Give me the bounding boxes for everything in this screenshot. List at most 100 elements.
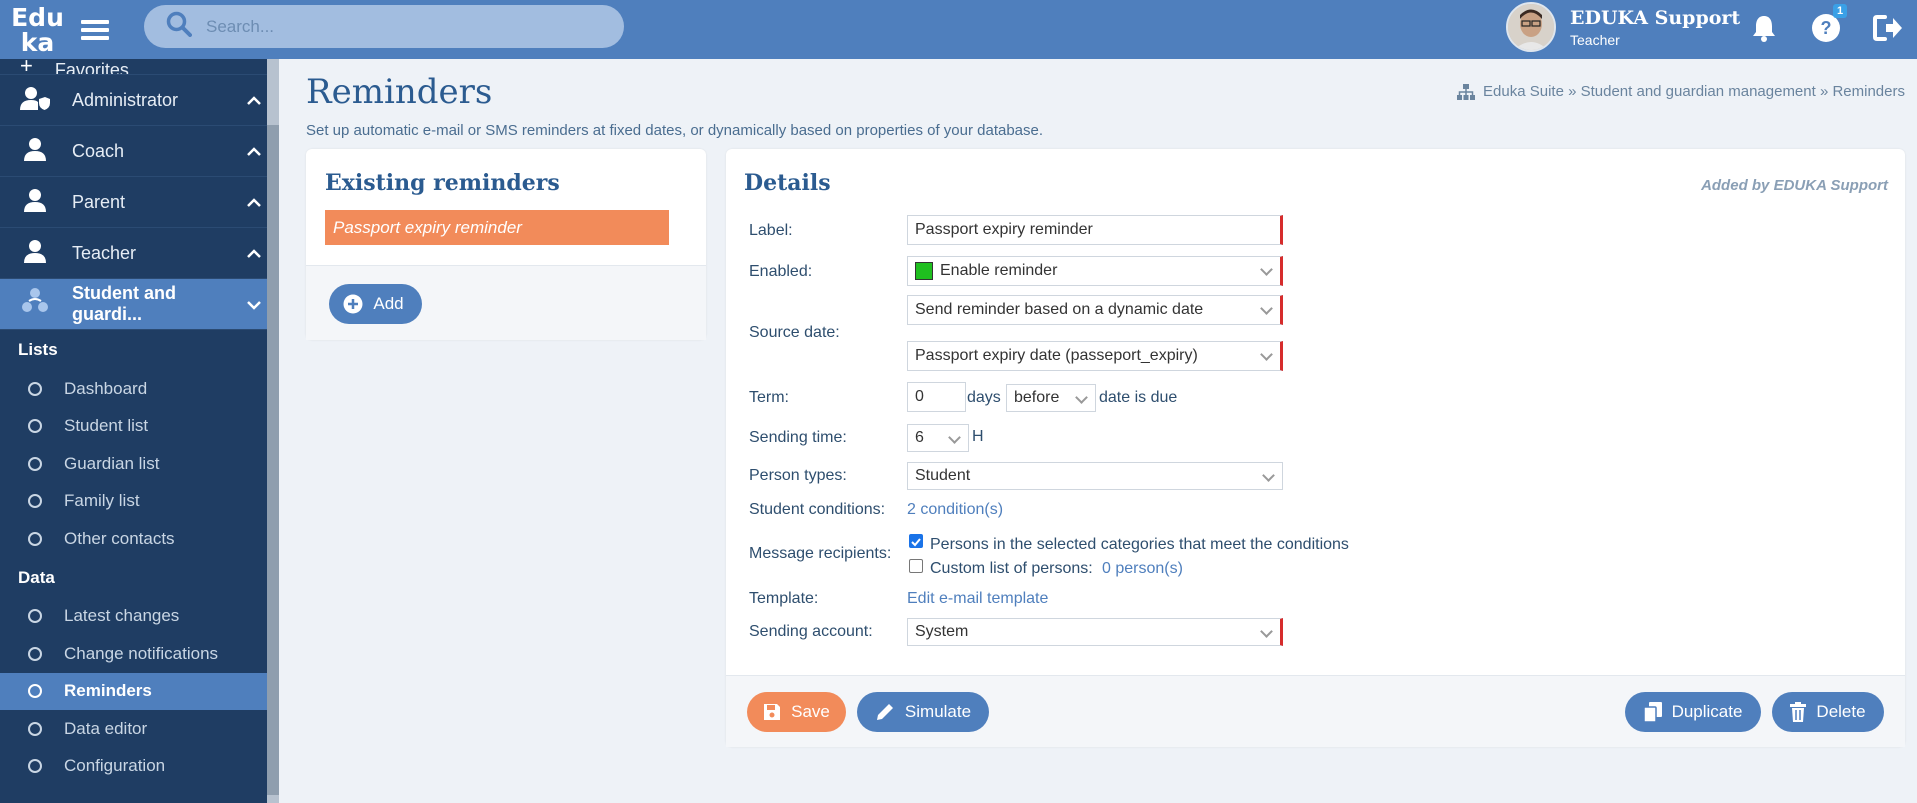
- details-title: Details: [744, 170, 831, 196]
- bell-icon[interactable]: [1746, 10, 1782, 46]
- details-card: Details Added by EDUKA Support Label: Pa…: [726, 149, 1905, 747]
- checkmark-icon: [911, 538, 921, 547]
- sidebar-item-label: Configuration: [64, 756, 166, 776]
- hamburger-menu-icon[interactable]: [75, 10, 115, 50]
- sidebar-item-label: Data editor: [64, 718, 148, 738]
- trash-icon: [1790, 702, 1807, 722]
- sidebar-item-student-list[interactable]: Student list: [0, 408, 279, 446]
- user-icon: [20, 188, 50, 217]
- source-field-select[interactable]: Passport expiry date (passeport_expiry): [907, 341, 1283, 371]
- sending-account-select[interactable]: System: [907, 618, 1283, 646]
- sidebar-item-label: Latest changes: [64, 606, 180, 626]
- page-subtitle: Set up automatic e-mail or SMS reminders…: [306, 122, 1044, 139]
- sidebar-role-parent[interactable]: Parent: [0, 177, 279, 228]
- sidebar-item-data-editor[interactable]: Data editor: [0, 710, 279, 748]
- eduka-logo[interactable]: Edu ka: [0, 0, 75, 59]
- recipients-categories-checkbox[interactable]: [909, 534, 923, 548]
- sidebar-item-label: Guardian list: [64, 453, 160, 473]
- term-direction-select[interactable]: before: [1006, 384, 1096, 412]
- sidebar-role-teacher[interactable]: Teacher: [0, 228, 279, 279]
- recipients-custom-list-checkbox[interactable]: [909, 559, 923, 573]
- help-badge: 1: [1833, 4, 1848, 18]
- edit-email-template-link[interactable]: Edit e-mail template: [907, 590, 1048, 608]
- sidebar-item-label: Family list: [64, 491, 140, 511]
- sidebar-scrollbar-thumb[interactable]: [267, 125, 279, 795]
- sidebar-item-family-list[interactable]: Family list: [0, 483, 279, 521]
- source-mode-select[interactable]: Send reminder based on a dynamic date: [907, 295, 1283, 325]
- search-icon: [166, 11, 192, 42]
- recipients-custom-count-link[interactable]: 0 person(s): [1102, 560, 1183, 578]
- sidebar-item-label: Reminders: [64, 681, 152, 701]
- plus-icon: +: [20, 59, 33, 75]
- breadcrumb-text[interactable]: Eduka Suite » Student and guardian manag…: [1483, 83, 1905, 100]
- existing-reminders-footer: Add: [306, 265, 706, 340]
- student-conditions-label: Student conditions:: [749, 501, 886, 518]
- user-name: EDUKA Support: [1570, 6, 1741, 29]
- term-days-input[interactable]: 0: [907, 382, 966, 412]
- circle-icon: [28, 456, 42, 471]
- sending-time-unit: H: [972, 428, 984, 445]
- sending-account-label: Sending account:: [749, 623, 873, 640]
- sidebar-item-dashboard[interactable]: Dashboard: [0, 370, 279, 408]
- add-button-label: Add: [373, 294, 404, 313]
- term-label: Term:: [749, 389, 789, 406]
- top-bar: Edu ka EDUKA Support Teacher ? 1: [0, 0, 1917, 59]
- recipients-categories-label: Persons in the selected categories that …: [930, 536, 1349, 553]
- help-icon[interactable]: ? 1: [1808, 4, 1848, 46]
- chevron-down-icon: [247, 294, 261, 315]
- add-button[interactable]: Add: [329, 284, 422, 324]
- user-menu[interactable]: EDUKA Support Teacher: [1506, 2, 1740, 52]
- details-footer: Save Simulate Duplicate Delete: [726, 675, 1905, 747]
- simulate-button[interactable]: Simulate: [857, 692, 989, 732]
- search-input[interactable]: [206, 16, 586, 37]
- circle-icon: [28, 721, 42, 736]
- sidebar-item-label: Dashboard: [64, 378, 148, 398]
- source-date-label: Source date:: [749, 324, 840, 341]
- sidebar-item-latest-changes[interactable]: Latest changes: [0, 598, 279, 636]
- sidebar-item-reminders[interactable]: Reminders: [0, 672, 279, 710]
- duplicate-button-label: Duplicate: [1671, 702, 1743, 721]
- save-button[interactable]: Save: [747, 692, 846, 732]
- sidebar-item-label: Favorites: [54, 60, 129, 75]
- recipients-custom-list-label: Custom list of persons:: [930, 560, 1093, 577]
- logout-icon[interactable]: [1870, 10, 1906, 46]
- duplicate-button[interactable]: Duplicate: [1625, 692, 1761, 732]
- student-conditions-link[interactable]: 2 condition(s): [907, 501, 1003, 519]
- sidebar-item-guardian-list[interactable]: Guardian list: [0, 445, 279, 483]
- sidebar-role-student-and-guardian[interactable]: Student and guardi...: [0, 279, 279, 330]
- delete-button[interactable]: Delete: [1772, 692, 1884, 732]
- sidebar-item-change-notifications[interactable]: Change notifications: [0, 635, 279, 673]
- logo-line1: Edu: [11, 2, 64, 32]
- term-days-unit: days: [967, 389, 1001, 406]
- logo-line2: ka: [20, 27, 55, 57]
- existing-reminders-title: Existing reminders: [325, 170, 560, 196]
- sidebar-item-configuration[interactable]: Configuration: [0, 748, 279, 786]
- avatar[interactable]: [1506, 2, 1556, 52]
- sidebar-role-coach[interactable]: Coach: [0, 126, 279, 177]
- enabled-select[interactable]: Enable reminder: [907, 256, 1283, 286]
- person-types-select[interactable]: Student: [907, 462, 1283, 490]
- sidebar-item-favorites[interactable]: + Favorites: [0, 59, 279, 75]
- search-bar[interactable]: [144, 5, 624, 48]
- chevron-up-icon: [247, 141, 261, 162]
- save-disk-icon: [763, 703, 781, 721]
- enabled-select-value: Enable reminder: [940, 262, 1058, 279]
- reminder-list-item[interactable]: Passport expiry reminder: [325, 210, 669, 245]
- user-icon: [20, 137, 50, 166]
- sidebar-role-administrator[interactable]: Administrator: [0, 75, 279, 126]
- sending-time-label: Sending time:: [749, 429, 847, 446]
- sidebar-role-label: Student and guardi...: [72, 283, 176, 324]
- simulate-button-label: Simulate: [904, 702, 972, 721]
- chevron-up-icon: [247, 243, 261, 264]
- chevron-up-icon: [247, 90, 261, 111]
- circle-icon: [28, 381, 42, 396]
- sidebar-item-other-contacts[interactable]: Other contacts: [0, 520, 279, 558]
- label-field[interactable]: Passport expiry reminder: [907, 215, 1283, 245]
- sidebar: + Favorites Administrator Coach Parent T…: [0, 59, 279, 803]
- sending-time-select[interactable]: 6: [907, 424, 969, 452]
- sidebar-item-label: Student list: [64, 416, 149, 436]
- svg-text:?: ?: [1821, 18, 1832, 38]
- sidebar-role-label: Administrator: [72, 89, 179, 110]
- circle-icon: [28, 684, 42, 699]
- sitemap-icon: [1457, 83, 1476, 100]
